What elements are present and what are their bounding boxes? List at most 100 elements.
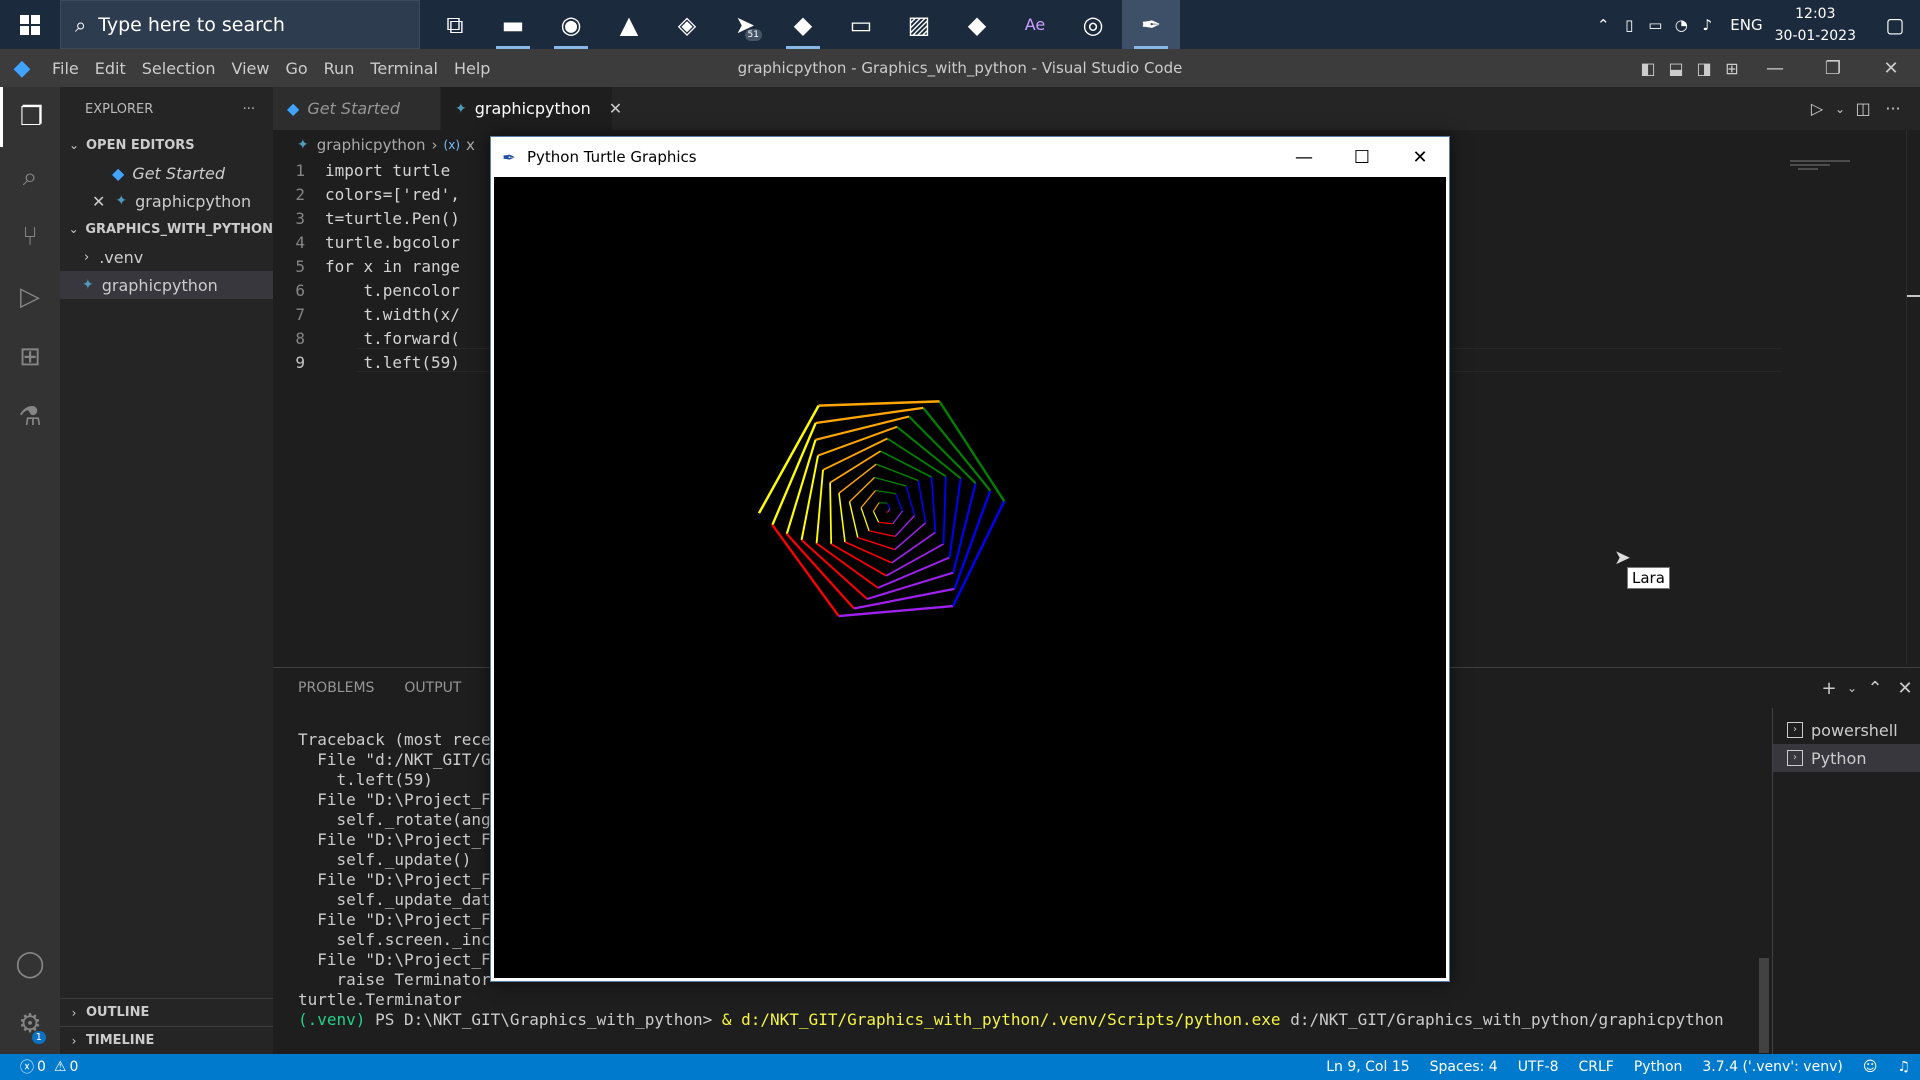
search-icon[interactable]: ⌕	[0, 147, 60, 207]
manage-gear-icon[interactable]: ⚙ 1	[0, 994, 60, 1054]
feather-icon: ✒	[502, 147, 516, 167]
customize-layout-icon[interactable]: ⊞	[1718, 59, 1746, 78]
chevron-down-icon[interactable]: ⌄	[1832, 102, 1848, 116]
nvidia-icon[interactable]: ◈	[658, 0, 716, 49]
indentation[interactable]: Spaces: 4	[1430, 1059, 1498, 1075]
clock[interactable]: 12:03 30-01-2023	[1775, 3, 1856, 47]
problems-status[interactable]: ⓧ 0 ⚠ 0	[0, 1057, 78, 1077]
task-view-icon[interactable]: ⧉	[426, 0, 484, 49]
terminal-icon: ›	[1787, 722, 1803, 738]
terminal-line: turtle.Terminator	[298, 990, 462, 1009]
close-tab-icon[interactable]: ✕	[609, 99, 622, 118]
vscode-logo-icon: ◆	[13, 55, 31, 81]
menu-edit[interactable]: Edit	[87, 59, 134, 78]
terminal-scrollbar[interactable]	[1759, 958, 1769, 1053]
turtle-window-titlebar[interactable]: ✒ Python Turtle Graphics — ☐ ✕	[491, 137, 1449, 177]
folder-item-venv[interactable]: › .venv	[60, 243, 273, 271]
language-mode[interactable]: Python	[1634, 1059, 1683, 1075]
menu-terminal[interactable]: Terminal	[362, 59, 446, 78]
folder-item-label: .venv	[99, 247, 144, 267]
chevron-down-icon[interactable]: ⌄	[1844, 681, 1860, 695]
menu-selection[interactable]: Selection	[134, 59, 224, 78]
menu-file[interactable]: File	[44, 59, 87, 78]
vscode-icon[interactable]: ◆	[774, 0, 832, 49]
volume-icon[interactable]: ♪	[1694, 16, 1720, 34]
vscode-file-icon: ◆	[112, 163, 125, 183]
photos-icon[interactable]: ▨	[890, 0, 948, 49]
spiral-segment	[930, 477, 937, 533]
close-button[interactable]: ✕	[1862, 58, 1920, 79]
menu-view[interactable]: View	[224, 59, 278, 78]
explorer-icon[interactable]: ❐	[0, 87, 60, 147]
feedback-icon[interactable]: ☺	[1863, 1059, 1878, 1075]
timeline-section[interactable]: › TIMELINE	[60, 1026, 273, 1054]
battery-icon[interactable]: ▭	[1642, 16, 1668, 34]
terminal-icon[interactable]: ▭	[832, 0, 890, 49]
folder-item-graphicpython[interactable]: ✦ graphicpython	[60, 271, 273, 299]
bell-icon[interactable]: ♫	[1897, 1059, 1910, 1075]
tab-problems[interactable]: PROBLEMS	[298, 680, 374, 696]
device-icon[interactable]: ▯	[1616, 16, 1642, 34]
menu-help[interactable]: Help	[446, 59, 498, 78]
terminal-item-python[interactable]: › Python	[1773, 744, 1920, 772]
start-button[interactable]	[0, 0, 60, 49]
open-editor-graphicpython[interactable]: ✕ ✦ graphicpython	[60, 187, 273, 215]
cursor-position[interactable]: Ln 9, Col 15	[1326, 1059, 1409, 1075]
end-of-line[interactable]: CRLF	[1579, 1059, 1614, 1075]
error-count: 0	[37, 1059, 46, 1075]
telegram-icon[interactable]: ➤ 51	[716, 0, 774, 49]
tab-output[interactable]: OUTPUT	[404, 680, 461, 696]
anydesk-icon[interactable]: ◆	[948, 0, 1006, 49]
run-debug-icon[interactable]: ▷	[0, 267, 60, 327]
notification-icon[interactable]: ▢	[1870, 0, 1920, 49]
more-actions-icon[interactable]: ···	[1878, 99, 1908, 118]
toggle-secondary-sidebar-icon[interactable]: ◨	[1690, 59, 1718, 78]
vlc-icon[interactable]: ▲	[600, 0, 658, 49]
testing-icon[interactable]: ⚗	[0, 387, 60, 447]
editor-scrollbar[interactable]	[1906, 130, 1920, 665]
restore-button[interactable]: ❐	[1804, 58, 1862, 79]
file-explorer-icon[interactable]: ▬	[484, 0, 542, 49]
python-interpreter[interactable]: 3.7.4 ('.venv': venv)	[1702, 1059, 1842, 1075]
minimap[interactable]	[1790, 158, 1910, 178]
tab-graphicpython[interactable]: ✦ graphicpython ✕	[441, 87, 622, 130]
source-control-icon[interactable]: ⑂	[0, 207, 60, 267]
minimize-button[interactable]: —	[1275, 137, 1333, 177]
accounts-icon[interactable]: ◯	[0, 934, 60, 994]
close-panel-icon[interactable]: ✕	[1890, 678, 1920, 699]
run-file-icon[interactable]: ▷	[1802, 99, 1832, 118]
taskbar-search-box[interactable]: ⌕ Type here to search	[60, 0, 420, 49]
open-editor-get-started[interactable]: ◆ Get Started	[60, 159, 273, 187]
breadcrumb-file[interactable]: graphicpython	[317, 136, 426, 154]
terminal-item-powershell[interactable]: › powershell	[1773, 716, 1920, 744]
wifi-icon[interactable]: ◔	[1668, 16, 1694, 34]
encoding[interactable]: UTF-8	[1518, 1059, 1559, 1075]
open-editors-section[interactable]: ⌄ OPEN EDITORS	[60, 131, 273, 159]
python-turtle-icon[interactable]: ✒	[1122, 0, 1180, 49]
toggle-panel-icon[interactable]: ⬓	[1662, 59, 1690, 78]
outline-section[interactable]: › OUTLINE	[60, 998, 273, 1026]
breadcrumb-symbol[interactable]: x	[466, 136, 475, 154]
maximize-panel-icon[interactable]: ⌃	[1860, 678, 1890, 699]
firefox-icon[interactable]: ◉	[542, 0, 600, 49]
split-editor-icon[interactable]: ◫	[1848, 99, 1878, 118]
more-actions-icon[interactable]: ···	[243, 102, 255, 117]
menu-run[interactable]: Run	[316, 59, 363, 78]
minimize-button[interactable]: —	[1746, 58, 1804, 79]
after-effects-icon[interactable]: Ae	[1006, 0, 1064, 49]
close-button[interactable]: ✕	[1391, 137, 1449, 177]
close-editor-icon[interactable]: ✕	[92, 192, 105, 211]
tab-get-started[interactable]: ◆ Get Started	[273, 87, 441, 130]
ubuntu-icon[interactable]: ◎	[1064, 0, 1122, 49]
menu-go[interactable]: Go	[277, 59, 315, 78]
language-indicator[interactable]: ENG	[1730, 16, 1762, 34]
new-terminal-icon[interactable]: +	[1814, 678, 1844, 699]
chevron-up-icon[interactable]: ⌃	[1590, 16, 1616, 34]
toggle-sidebar-icon[interactable]: ◧	[1634, 59, 1662, 78]
tab-label: graphicpython	[474, 99, 591, 118]
spiral-segment	[905, 485, 916, 516]
turtle-canvas[interactable]	[494, 177, 1446, 978]
maximize-button[interactable]: ☐	[1333, 137, 1391, 177]
extensions-icon[interactable]: ⊞	[0, 327, 60, 387]
folder-section[interactable]: ⌄ GRAPHICS_WITH_PYTHON	[60, 215, 273, 243]
